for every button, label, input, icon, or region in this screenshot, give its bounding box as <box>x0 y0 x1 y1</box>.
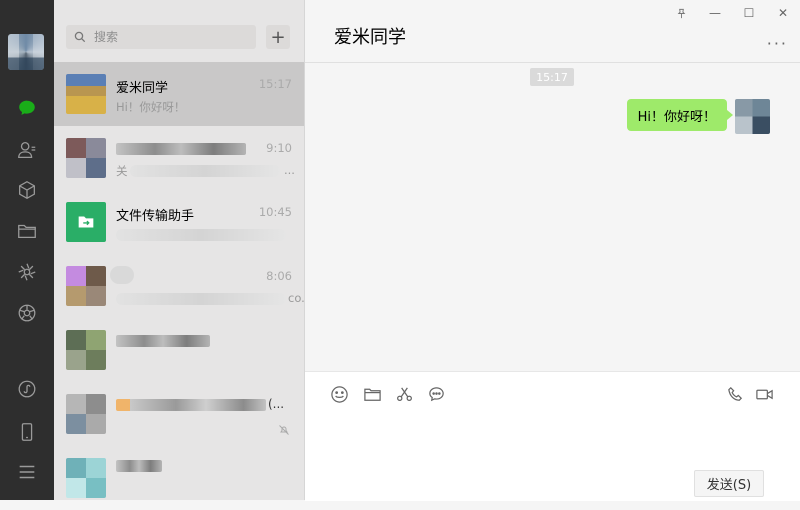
scissors-icon[interactable] <box>394 384 414 404</box>
phone-icon[interactable] <box>15 420 39 444</box>
chat-item[interactable]: co... 8:06 <box>54 254 312 318</box>
composer[interactable]: 发送(S) <box>305 371 800 501</box>
message-bubble[interactable]: Hi！你好呀！ <box>626 99 734 131</box>
moments-icon[interactable] <box>15 260 39 284</box>
channels-icon[interactable] <box>15 301 39 325</box>
message-timestamp: 15:17 <box>530 68 574 86</box>
pin-icon[interactable] <box>664 0 698 26</box>
file-transfer-avatar <box>66 202 106 242</box>
mini-programs-link-icon[interactable] <box>15 377 39 401</box>
folder-icon[interactable] <box>15 219 39 243</box>
blurred-name <box>116 399 266 411</box>
chat-item[interactable]: 爱米同学 Hi！你好呀！ 15:17 <box>54 62 304 126</box>
chat-avatar <box>66 74 106 114</box>
chat-header: 爱米同学 — ☐ ✕ ··· <box>305 0 800 63</box>
blurred-preview <box>116 229 286 241</box>
mini-program-cube-icon[interactable] <box>15 178 39 202</box>
chat-time: 15:17 <box>258 77 292 91</box>
minimize-button[interactable]: — <box>698 0 732 26</box>
chat-time: 10:45 <box>258 205 292 219</box>
close-button[interactable]: ✕ <box>766 0 800 26</box>
window-controls: — ☐ ✕ <box>664 0 800 26</box>
chat-time: 9:10 <box>266 141 292 155</box>
blurred-preview <box>116 293 286 305</box>
chat-avatar <box>66 266 106 306</box>
search-input[interactable] <box>92 29 246 45</box>
chat-item[interactable]: (... <box>54 382 304 446</box>
blurred-name <box>110 266 134 284</box>
chat-item[interactable] <box>54 446 304 510</box>
voice-call-icon[interactable] <box>725 384 745 404</box>
blurred-name <box>116 143 246 155</box>
send-button[interactable]: 发送(S) <box>694 470 764 497</box>
search-icon <box>74 31 86 43</box>
more-options-button[interactable]: ··· <box>767 34 788 53</box>
chat-avatar <box>66 330 106 370</box>
menu-icon[interactable] <box>15 460 39 484</box>
chat-history-icon[interactable] <box>426 384 446 404</box>
chat-item[interactable]: 关 ... 9:10 <box>54 126 304 190</box>
user-avatar[interactable] <box>8 34 44 70</box>
chat-name-tail: (... <box>268 397 285 411</box>
chat-avatar <box>66 458 106 498</box>
add-chat-button[interactable]: + <box>266 25 290 49</box>
chat-window: 爱米同学 — ☐ ✕ ··· 15:17 Hi！你好呀！ 发送(S) <box>305 0 800 501</box>
chat-avatar <box>66 138 106 178</box>
video-call-icon[interactable] <box>754 384 774 404</box>
chat-title: 爱米同学 <box>334 27 406 48</box>
mute-bell-icon <box>279 425 289 435</box>
chat-preview: 关 <box>116 164 128 178</box>
chat-list-panel: + 爱米同学 Hi！你好呀！ 15:17 关 ... 9:10 文件传输助手 1… <box>54 0 312 500</box>
my-avatar[interactable] <box>735 99 770 134</box>
blurred-preview <box>130 165 280 177</box>
chat-item[interactable]: 文件传输助手 10:45 <box>54 190 304 254</box>
blurred-name <box>116 335 210 347</box>
file-transfer-icon <box>78 216 94 228</box>
folder-icon[interactable] <box>362 384 382 404</box>
emoji-icon[interactable] <box>329 384 349 404</box>
chat-avatar <box>66 394 106 434</box>
chat-name: 爱米同学 <box>116 81 169 96</box>
maximize-button[interactable]: ☐ <box>732 0 766 26</box>
chat-time: 8:06 <box>266 269 292 283</box>
chat-name: 文件传输助手 <box>116 209 195 224</box>
search-box[interactable] <box>66 25 256 49</box>
blurred-name <box>116 460 162 472</box>
contacts-icon[interactable] <box>15 138 39 162</box>
chat-icon[interactable] <box>15 96 39 120</box>
chat-item[interactable] <box>54 318 304 382</box>
wechat-window: + 爱米同学 Hi！你好呀！ 15:17 关 ... 9:10 文件传输助手 1… <box>0 0 800 501</box>
left-nav <box>0 0 54 500</box>
chat-preview: Hi！你好呀！ <box>116 100 186 114</box>
chat-preview-tail: ... <box>284 163 295 177</box>
